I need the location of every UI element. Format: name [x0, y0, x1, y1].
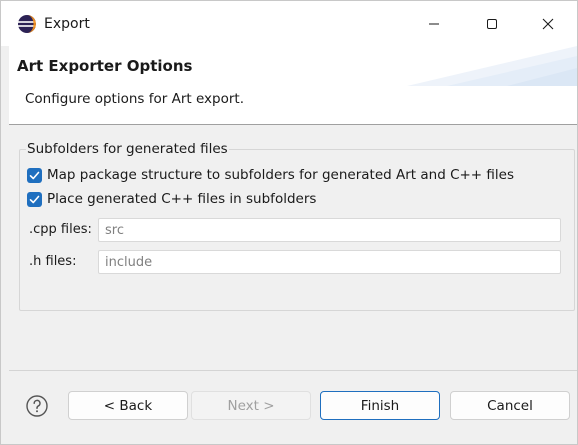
map-package-checkbox[interactable]: [27, 167, 42, 183]
export-dialog: Export Art Exporter Options Configure op…: [0, 0, 578, 445]
group-label: Subfolders for generated files: [26, 140, 229, 158]
banner-decoration: [407, 46, 577, 86]
checkmark-icon: [29, 171, 40, 179]
back-button[interactable]: < Back: [68, 391, 188, 420]
cancel-button[interactable]: Cancel: [450, 391, 570, 420]
window-title: Export: [44, 16, 90, 32]
place-cpp-checkbox[interactable]: [27, 191, 42, 207]
header-banner: Art Exporter Options Configure options f…: [9, 46, 577, 125]
cpp-files-row: .cpp files:: [29, 218, 569, 243]
h-files-row: .h files:: [29, 250, 569, 275]
eclipse-icon: [18, 15, 36, 33]
title-bar[interactable]: Export: [1, 1, 577, 46]
minimize-icon: [429, 23, 439, 24]
h-files-label: .h files:: [29, 254, 77, 269]
maximize-icon: [487, 18, 497, 29]
checkmark-icon: [29, 195, 40, 203]
close-icon: [542, 18, 554, 29]
map-package-label: Map package structure to subfolders for …: [47, 167, 515, 183]
place-cpp-checkbox-row[interactable]: Place generated C++ files in subfolders: [27, 189, 316, 209]
help-icon[interactable]: [25, 394, 49, 418]
finish-button[interactable]: Finish: [320, 391, 440, 420]
maximize-button[interactable]: [463, 1, 521, 46]
content-area: Subfolders for generated files Map packa…: [9, 125, 577, 371]
place-cpp-label: Place generated C++ files in subfolders: [47, 191, 317, 207]
cpp-files-label: .cpp files:: [29, 222, 92, 237]
map-package-checkbox-row[interactable]: Map package structure to subfolders for …: [27, 165, 514, 185]
cpp-files-input[interactable]: [98, 218, 561, 242]
h-files-input[interactable]: [98, 250, 561, 274]
close-button[interactable]: [519, 1, 577, 46]
page-title: Art Exporter Options: [17, 57, 193, 75]
button-bar: < Back Next > Finish Cancel: [9, 371, 577, 444]
next-button[interactable]: Next >: [191, 391, 311, 420]
page-description: Configure options for Art export.: [25, 91, 244, 107]
minimize-button[interactable]: [405, 1, 463, 46]
